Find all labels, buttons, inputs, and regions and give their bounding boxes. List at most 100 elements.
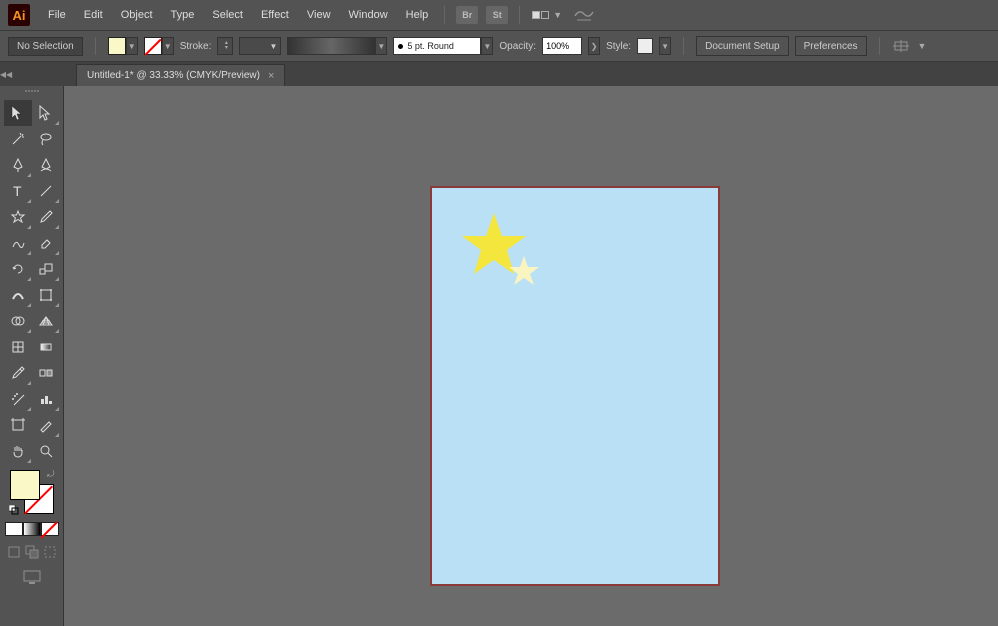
rotate-tool[interactable] xyxy=(4,256,32,282)
brush-label: 5 pt. Round xyxy=(407,41,454,51)
toolbox: T xyxy=(0,86,64,626)
blend-tool[interactable] xyxy=(32,360,60,386)
width-tool[interactable] xyxy=(4,282,32,308)
control-bar: No Selection ▼ ▼ Stroke: ▴▾ ▼ ▼ 5 pt. Ro… xyxy=(0,30,998,62)
stroke-dropdown[interactable]: ▼ xyxy=(162,37,174,55)
style-dropdown[interactable]: ▼ xyxy=(659,37,671,55)
menu-view[interactable]: View xyxy=(299,5,339,25)
eraser-tool[interactable] xyxy=(32,230,60,256)
mesh-tool[interactable] xyxy=(4,334,32,360)
tab-title: Untitled-1* @ 33.33% (CMYK/Preview) xyxy=(87,70,260,81)
canvas-area[interactable] xyxy=(64,86,998,626)
menu-bar: Ai File Edit Object Type Select Effect V… xyxy=(0,0,998,30)
menu-effect[interactable]: Effect xyxy=(253,5,297,25)
gradient-mode[interactable] xyxy=(23,522,41,536)
color-mode[interactable] xyxy=(5,522,23,536)
opacity-label: Opacity: xyxy=(499,41,536,52)
menu-window[interactable]: Window xyxy=(341,5,396,25)
document-setup-button[interactable]: Document Setup xyxy=(696,36,789,56)
magic-wand-tool[interactable] xyxy=(4,126,32,152)
brush-def-dropdown[interactable]: ▼ xyxy=(481,37,493,55)
separator xyxy=(683,37,684,55)
style-label: Style: xyxy=(606,41,631,52)
star-shape-1[interactable] xyxy=(462,213,526,274)
column-graph-tool[interactable] xyxy=(32,386,60,412)
artboard-content xyxy=(432,188,722,588)
separator xyxy=(879,37,880,55)
separator xyxy=(519,6,520,24)
chevron-down-icon: ▼ xyxy=(918,41,927,51)
color-mode-row xyxy=(5,522,59,536)
fill-swatch[interactable] xyxy=(108,37,126,55)
bridge-icon[interactable]: Br xyxy=(456,6,478,24)
brush-preview[interactable] xyxy=(287,37,375,55)
scale-tool[interactable] xyxy=(32,256,60,282)
fill-dropdown[interactable]: ▼ xyxy=(126,37,138,55)
arrange-documents[interactable]: ▼ xyxy=(532,10,562,20)
svg-text:T: T xyxy=(13,183,22,199)
opacity-input[interactable]: 100% xyxy=(542,37,582,55)
type-tool[interactable]: T xyxy=(4,178,32,204)
menu-help[interactable]: Help xyxy=(398,5,437,25)
shape-builder-tool[interactable] xyxy=(4,308,32,334)
menu-object[interactable]: Object xyxy=(113,5,161,25)
draw-inside[interactable] xyxy=(42,544,58,560)
menu-file[interactable]: File xyxy=(40,5,74,25)
menu-select[interactable]: Select xyxy=(204,5,251,25)
gradient-tool[interactable] xyxy=(32,334,60,360)
free-transform-tool[interactable] xyxy=(32,282,60,308)
draw-mode-row xyxy=(6,544,58,560)
screen-mode[interactable] xyxy=(21,568,43,586)
selection-tool[interactable] xyxy=(4,100,32,126)
star-shape-2[interactable] xyxy=(509,256,539,285)
stroke-label: Stroke: xyxy=(180,41,212,52)
zoom-tool[interactable] xyxy=(32,438,60,464)
direct-selection-tool[interactable] xyxy=(32,100,60,126)
separator xyxy=(95,37,96,55)
style-swatch[interactable] xyxy=(637,38,653,54)
stock-icon[interactable]: St xyxy=(486,6,508,24)
fill-stroke-swatch[interactable]: ⤾ xyxy=(10,470,54,514)
curvature-tool[interactable] xyxy=(32,152,60,178)
none-mode[interactable] xyxy=(41,522,59,536)
perspective-grid-tool[interactable] xyxy=(32,308,60,334)
default-fill-stroke-icon[interactable] xyxy=(9,505,19,515)
stroke-weight-input[interactable]: ▴▾ xyxy=(217,37,233,55)
brush-dropdown[interactable]: ▼ xyxy=(375,37,387,55)
line-tool[interactable] xyxy=(32,178,60,204)
menu-edit[interactable]: Edit xyxy=(76,5,111,25)
eyedropper-tool[interactable] xyxy=(4,360,32,386)
app-logo: Ai xyxy=(8,4,30,26)
close-icon[interactable]: × xyxy=(268,70,274,82)
paintbrush-tool[interactable] xyxy=(32,204,60,230)
chevron-down-icon: ▼ xyxy=(553,10,562,20)
fill-big-swatch[interactable] xyxy=(10,470,40,500)
draw-behind[interactable] xyxy=(24,544,40,560)
lasso-tool[interactable] xyxy=(32,126,60,152)
gpu-preview-icon[interactable] xyxy=(574,6,594,25)
menu-type[interactable]: Type xyxy=(163,5,203,25)
swap-fill-stroke-icon[interactable]: ⤾ xyxy=(47,469,55,480)
variable-width-dropdown[interactable]: ▼ xyxy=(239,37,281,55)
preferences-button[interactable]: Preferences xyxy=(795,36,867,56)
document-tab[interactable]: Untitled-1* @ 33.33% (CMYK/Preview) × xyxy=(76,64,285,86)
slice-tool[interactable] xyxy=(32,412,60,438)
draw-normal[interactable] xyxy=(6,544,22,560)
selection-status: No Selection xyxy=(8,37,83,56)
toolbox-grip[interactable] xyxy=(7,90,57,96)
shaper-tool[interactable] xyxy=(4,230,32,256)
stroke-swatch[interactable] xyxy=(144,37,162,55)
pen-tool[interactable] xyxy=(4,152,32,178)
brush-dot-icon xyxy=(398,44,403,49)
document-tab-bar: Untitled-1* @ 33.33% (CMYK/Preview) × xyxy=(0,62,998,86)
align-to-icon[interactable] xyxy=(892,37,910,55)
symbol-sprayer-tool[interactable] xyxy=(4,386,32,412)
artboard[interactable] xyxy=(430,186,720,586)
star-tool[interactable] xyxy=(4,204,32,230)
artboard-tool[interactable] xyxy=(4,412,32,438)
panel-collapse-icon[interactable]: ◀◀ xyxy=(0,62,12,86)
opacity-dropdown[interactable]: ❯ xyxy=(588,37,600,55)
main-area: T xyxy=(0,86,998,626)
brush-definition[interactable]: 5 pt. Round xyxy=(393,37,481,55)
hand-tool[interactable] xyxy=(4,438,32,464)
